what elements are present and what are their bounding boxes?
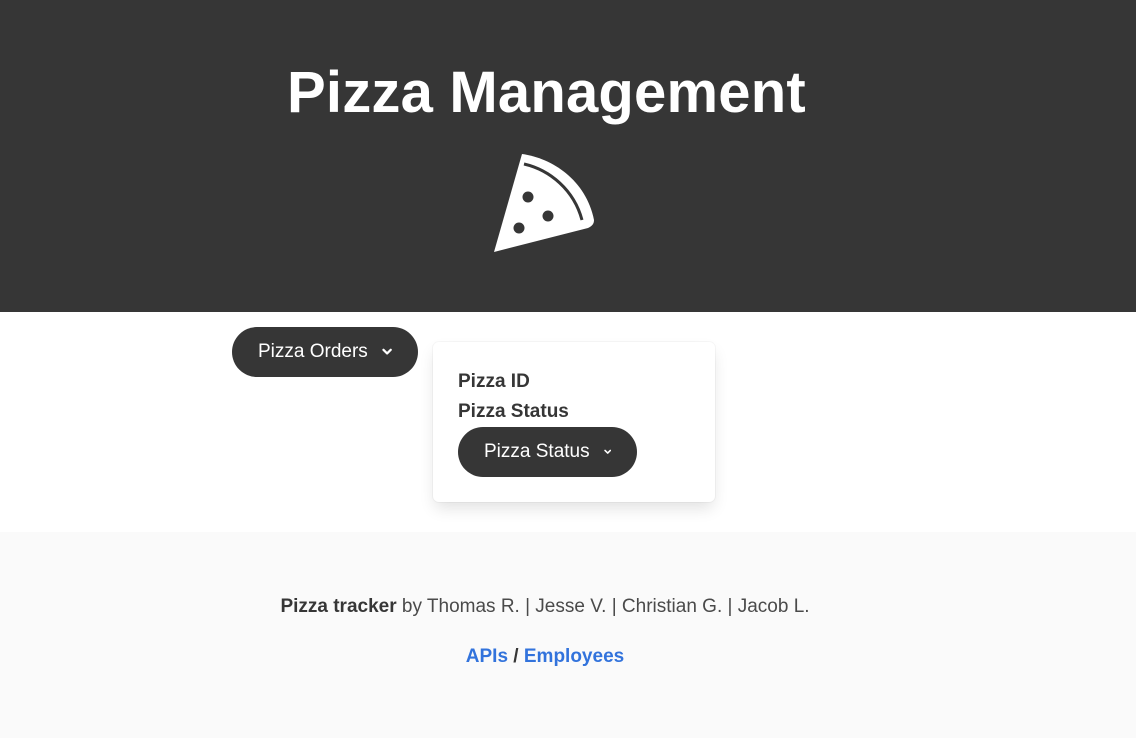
pizza-status-dropdown-label: Pizza Status xyxy=(484,441,590,462)
apis-link[interactable]: APIs xyxy=(466,646,508,667)
employees-link[interactable]: Employees xyxy=(524,646,624,667)
page-title: Pizza Management xyxy=(287,60,806,125)
pizza-status-dropdown[interactable]: Pizza Status xyxy=(458,427,637,477)
link-separator: / xyxy=(508,646,524,667)
pizza-slice-icon xyxy=(494,154,594,252)
footer: Pizza tracker by Thomas R. | Jesse V. | … xyxy=(0,532,1136,738)
chevron-down-icon xyxy=(382,348,392,355)
main-section: Pizza Orders Pizza ID Pizza Status Pizza… xyxy=(0,312,1136,532)
chevron-down-icon xyxy=(603,449,611,454)
pizza-status-label: Pizza Status xyxy=(458,401,569,422)
app-name: Pizza tracker xyxy=(280,596,397,617)
pizza-orders-dropdown[interactable]: Pizza Orders xyxy=(232,327,418,377)
footer-links: APIs / Employees xyxy=(0,646,1090,668)
pizza-orders-label: Pizza Orders xyxy=(258,341,368,362)
credits-text: Pizza tracker by Thomas R. | Jesse V. | … xyxy=(0,596,1090,618)
authors: by Thomas R. | Jesse V. | Christian G. |… xyxy=(396,596,810,617)
pizza-detail-card: Pizza ID Pizza Status Pizza Status xyxy=(433,342,715,502)
pizza-id-label: Pizza ID xyxy=(458,371,530,392)
hero-banner: Pizza Management xyxy=(0,0,1136,312)
